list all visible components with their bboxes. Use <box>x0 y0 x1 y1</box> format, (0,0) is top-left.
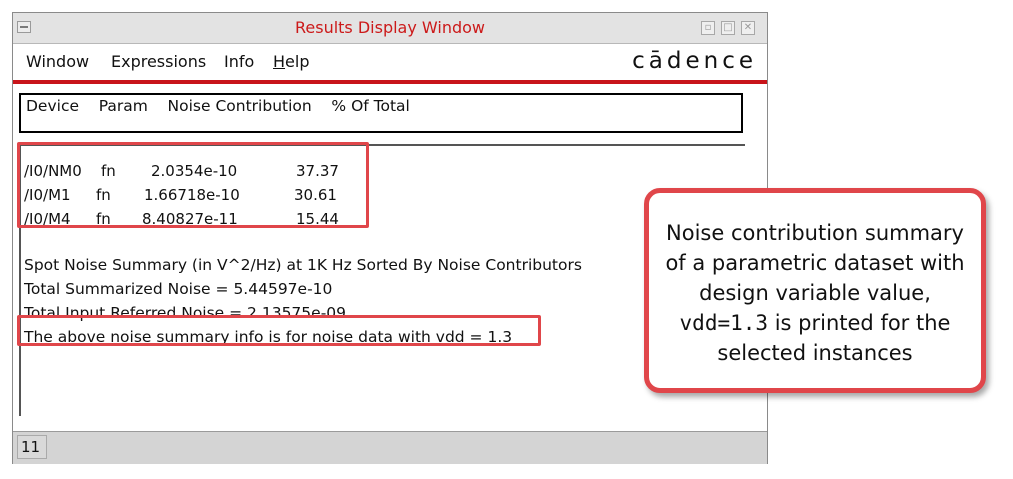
total-summarized-noise: Total Summarized Noise = 5.44597e-10 <box>24 280 333 298</box>
callout-line-4-rest: is printed for the <box>768 311 951 335</box>
menu-info[interactable]: Info <box>224 52 254 71</box>
summary-title: Spot Noise Summary (in V^2/Hz) at 1K Hz … <box>24 256 582 274</box>
status-bar: 11 <box>13 431 767 464</box>
menu-help[interactable]: Help <box>273 52 309 71</box>
menu-bar: Window Expressions Info Help cādence <box>13 44 767 80</box>
annotation-callout: Noise contribution summary of a parametr… <box>644 188 986 393</box>
minimize-icon[interactable]: ▫ <box>701 21 715 35</box>
window-title: Results Display Window <box>294 18 485 37</box>
column-header: Device Param Noise Contribution % Of Tot… <box>26 97 410 115</box>
maximize-icon[interactable]: □ <box>721 21 735 35</box>
menu-help-rest: elp <box>285 52 310 71</box>
info-line-highlight-box <box>17 315 541 346</box>
status-count: 11 <box>17 435 47 459</box>
menu-window[interactable]: Window <box>26 52 89 71</box>
callout-line-3: design variable value, <box>699 281 931 305</box>
close-icon[interactable]: ✕ <box>741 21 755 35</box>
callout-line-2: of a parametric dataset with <box>665 251 965 275</box>
callout-code: vdd=1.3 <box>679 311 769 335</box>
callout-line-4: vdd=1.3 is printed for the <box>649 308 981 338</box>
callout-line-5: selected instances <box>717 341 913 365</box>
instances-highlight-box <box>17 142 369 228</box>
callout-text: Noise contribution summary of a parametr… <box>649 218 981 368</box>
menu-expressions[interactable]: Expressions <box>111 52 206 71</box>
callout-line-1: Noise contribution summary <box>666 221 964 245</box>
menu-help-mnemonic: H <box>273 52 286 71</box>
title-bar[interactable]: Results Display Window ▫ □ ✕ <box>13 13 767 44</box>
column-header-box: Device Param Noise Contribution % Of Tot… <box>19 93 743 133</box>
cadence-logo: cādence <box>632 48 757 74</box>
